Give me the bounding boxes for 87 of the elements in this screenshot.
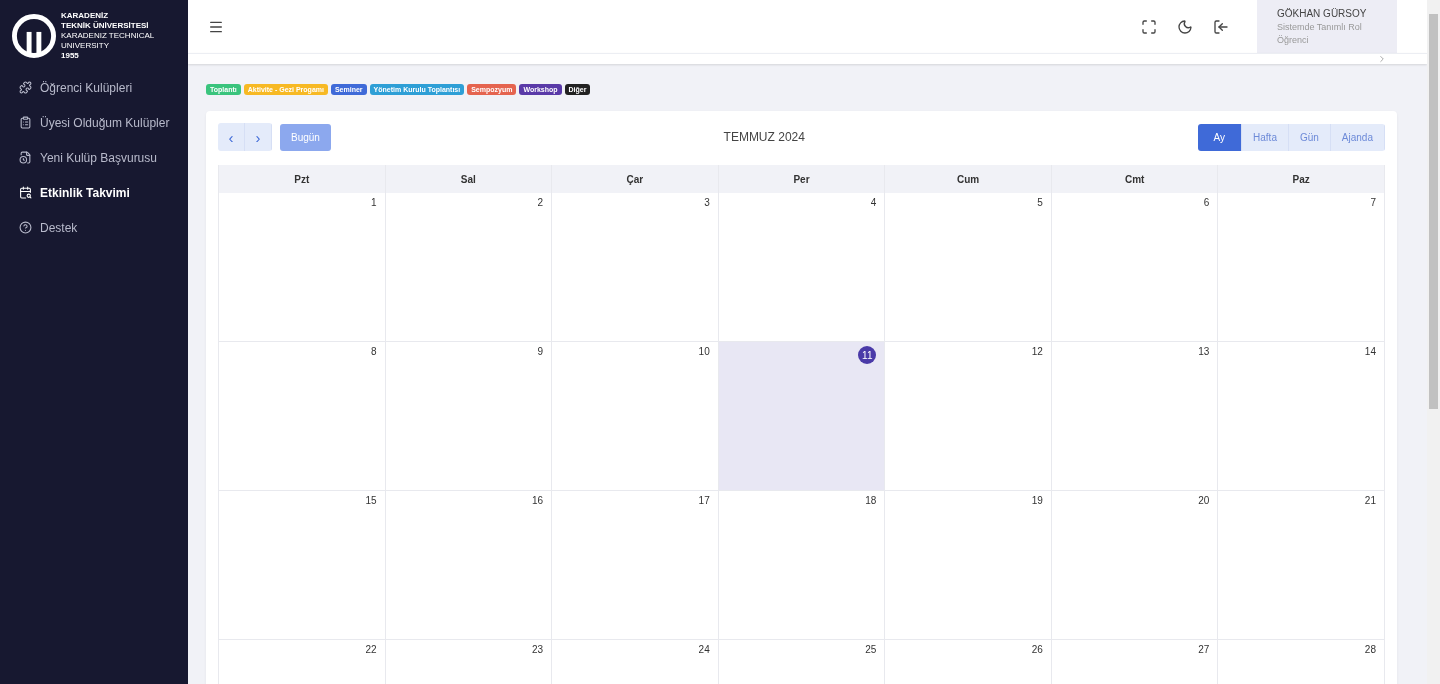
- sidebar-item[interactable]: Destek: [0, 210, 188, 245]
- day-cell[interactable]: 15: [219, 491, 386, 640]
- day-cell[interactable]: 8: [219, 342, 386, 491]
- day-number: 25: [865, 644, 877, 655]
- day-number: 10: [698, 346, 710, 357]
- calendar-title: TEMMUZ 2024: [722, 130, 806, 144]
- day-number: 20: [1198, 495, 1210, 506]
- day-number: 22: [365, 644, 377, 655]
- user-panel[interactable]: GÖKHAN GÜRSOY Sistemde Tanımlı Rol Öğrenci: [1257, 0, 1397, 53]
- file-icon: [19, 151, 32, 164]
- university-name: KARADENİZ: [61, 11, 110, 21]
- day-number: 18: [865, 495, 877, 506]
- user-name: GÖKHAN GÜRSOY: [1277, 8, 1368, 19]
- day-number: 9: [537, 346, 544, 357]
- university-name: KARADENIZ TECHNICAL UNIVERSITY: [61, 31, 155, 51]
- day-number: 17: [698, 495, 710, 506]
- day-cell[interactable]: 3: [552, 193, 719, 342]
- day-cell[interactable]: 21: [1218, 491, 1385, 640]
- user-role-label: Sistemde Tanımlı Rol: [1277, 22, 1363, 32]
- day-cell[interactable]: 6: [1051, 193, 1219, 342]
- day-number: 14: [1364, 346, 1376, 357]
- day-cell[interactable]: 5: [885, 193, 1052, 342]
- calendar-icon: [19, 186, 32, 199]
- day-cell[interactable]: 20: [1051, 491, 1219, 640]
- weekday-header: Cmt: [1051, 165, 1219, 193]
- fullscreen-icon: [1141, 18, 1157, 35]
- day-number: 16: [532, 495, 544, 506]
- day-number: 27: [1198, 644, 1210, 655]
- weekday-header: Per: [718, 165, 886, 193]
- university-name: 1955: [61, 51, 80, 61]
- day-cell[interactable]: 13: [1051, 342, 1219, 491]
- day-cell[interactable]: 19: [885, 491, 1052, 640]
- puzzle-icon: [19, 81, 32, 94]
- day-number: 23: [532, 644, 544, 655]
- scrollbar-thumb[interactable]: [1429, 14, 1438, 409]
- dark-mode-button[interactable]: [1177, 18, 1193, 35]
- day-number: 21: [1364, 495, 1376, 506]
- day-cell[interactable]: 7: [1218, 193, 1385, 342]
- help-icon: [19, 221, 32, 234]
- day-number: 28: [1364, 644, 1376, 655]
- day-cell[interactable]: 14: [1218, 342, 1385, 491]
- day-cell[interactable]: 18: [718, 491, 886, 640]
- day-cell[interactable]: 1: [219, 193, 386, 342]
- day-number: 8: [371, 346, 377, 357]
- day-cell[interactable]: 9: [385, 342, 553, 491]
- day-cell[interactable]: 16: [385, 491, 553, 640]
- moon-icon: [1177, 18, 1193, 35]
- day-number: 24: [698, 644, 710, 655]
- logout-button[interactable]: [1213, 18, 1229, 35]
- day-cell[interactable]: 11: [718, 342, 886, 491]
- previous-button[interactable]: ‹: [218, 123, 245, 151]
- day-number: 3: [704, 197, 710, 208]
- university-logo-icon: [12, 14, 56, 58]
- day-number: 5: [1037, 197, 1043, 208]
- day-cell[interactable]: 2: [385, 193, 553, 342]
- view-tab[interactable]: Ay: [1197, 123, 1243, 151]
- weekday-header: Paz: [1218, 165, 1385, 193]
- day-number: 6: [1203, 197, 1210, 208]
- fullscreen-button[interactable]: [1141, 18, 1157, 35]
- day-number: 26: [1031, 644, 1043, 655]
- day-number: 12: [1031, 346, 1043, 357]
- logout-icon: [1213, 18, 1229, 35]
- user-role: Öğrenci: [1277, 35, 1310, 45]
- sidebar-item[interactable]: Üyesi Olduğum Kulüpler: [0, 105, 188, 140]
- next-button[interactable]: ›: [245, 123, 272, 151]
- weekday-header: Pzt: [219, 165, 386, 193]
- clipboard-icon: [19, 116, 32, 129]
- weekday-header: Cum: [885, 165, 1052, 193]
- day-number: 13: [1198, 346, 1210, 357]
- sidebar-item[interactable]: Öğrenci Kulüpleri: [0, 70, 188, 105]
- university-name: TEKNİK ÜNİVERSİTESİ: [61, 21, 150, 31]
- weekday-header: Sal: [385, 165, 553, 193]
- sidebar-item[interactable]: Etkinlik Takvimi: [0, 175, 188, 210]
- chevron-right-icon: [1377, 54, 1387, 64]
- day-number: 7: [1370, 197, 1376, 208]
- day-number: 4: [870, 197, 877, 208]
- day-cell[interactable]: 10: [552, 342, 719, 491]
- day-number: 19: [1031, 495, 1043, 506]
- day-number: 11: [858, 346, 877, 364]
- day-number: 2: [537, 197, 544, 208]
- sidebar-item[interactable]: Yeni Kulüp Başvurusu: [0, 140, 188, 175]
- day-cell[interactable]: 4: [718, 193, 886, 342]
- day-number: 15: [365, 495, 377, 506]
- weekday-header: Çar: [552, 165, 719, 193]
- day-number: 1: [371, 197, 377, 208]
- day-cell[interactable]: 17: [552, 491, 719, 640]
- day-cell[interactable]: 12: [885, 342, 1052, 491]
